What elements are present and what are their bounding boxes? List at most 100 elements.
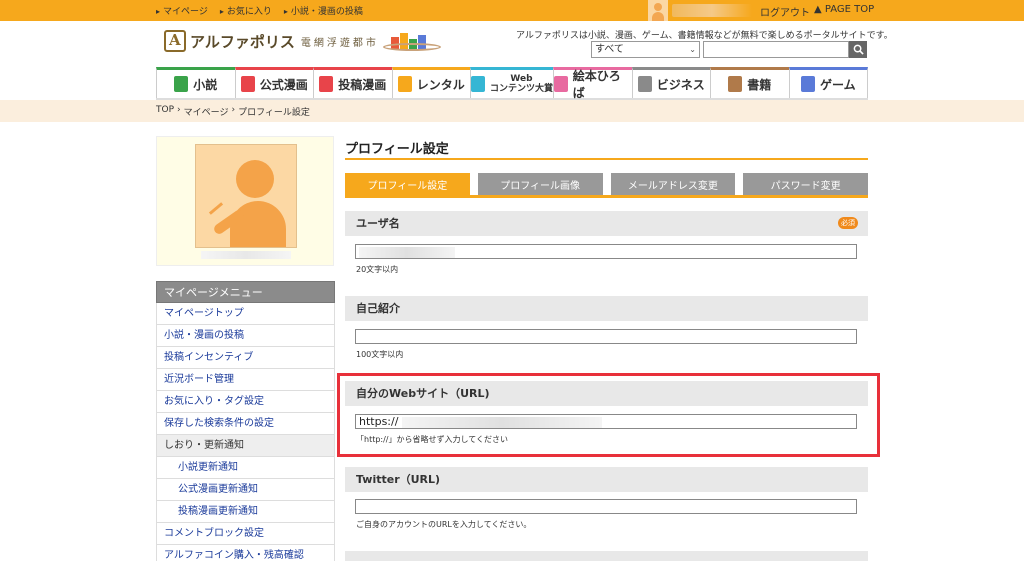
- nav-item-label: 書籍: [747, 77, 772, 92]
- rental-icon: [397, 76, 412, 92]
- user-avatar-icon: [648, 0, 668, 21]
- tab-profile-image[interactable]: プロフィール画像: [477, 173, 603, 195]
- chart-icon: [637, 76, 652, 92]
- logo-name: アルファポリス: [190, 32, 295, 51]
- nav-item-label: ゲーム: [819, 77, 856, 92]
- nav-item-open-book[interactable]: 書籍: [710, 67, 789, 98]
- menu-item[interactable]: 投稿漫画更新通知: [156, 501, 335, 523]
- search-icon: [853, 44, 864, 55]
- title-underline: [345, 158, 868, 160]
- breadcrumb-separator: ›: [177, 105, 181, 115]
- username-hint: 20文字以内: [356, 265, 399, 274]
- nav-item-label: 公式漫画: [259, 77, 308, 92]
- profile-tabs: プロフィール設定 プロフィール画像 メールアドレス変更 パスワード変更: [345, 173, 868, 195]
- twitter-label: Twitter（URL): [356, 473, 441, 486]
- avatar-head-shape: [236, 160, 274, 198]
- top-link-favorites[interactable]: お気に入り: [220, 4, 272, 17]
- menu-item[interactable]: 公式漫画更新通知: [156, 479, 335, 501]
- manga-icon: [240, 76, 255, 92]
- breadcrumb-bar: TOP › マイページ › プロフィール設定: [0, 100, 1024, 122]
- nav-item-picturebook[interactable]: 絵本ひろば: [553, 67, 632, 100]
- nav-item-book[interactable]: 小説: [156, 67, 235, 98]
- username-value-redacted: [359, 246, 455, 258]
- mypage-menu-title: マイページメニュー: [156, 281, 335, 303]
- nav-item-rental[interactable]: レンタル: [391, 67, 470, 98]
- nav-item-label: Web コンテンツ大賞: [490, 74, 554, 94]
- avatar-caption-redacted: [201, 251, 291, 259]
- menu-item[interactable]: 投稿インセンティブ: [156, 347, 335, 369]
- breadcrumb: TOP › マイページ › プロフィール設定: [156, 105, 310, 118]
- nav-item-award[interactable]: Web コンテンツ大賞: [470, 67, 554, 98]
- tabs-underline: [345, 195, 868, 198]
- nav-item-label: ビジネス: [656, 77, 705, 92]
- required-badge: 必須: [838, 217, 858, 229]
- page-title: プロフィール設定: [345, 142, 449, 157]
- bio-input[interactable]: [355, 329, 857, 344]
- logo-sub: 電網浮遊都市: [300, 37, 379, 49]
- avatar-body-shape: [230, 201, 286, 247]
- menu-item[interactable]: 近況ボード管理: [156, 369, 335, 391]
- category-nav: 小説 公式漫画 投稿漫画 レンタル Web コンテンツ大賞 絵本ひろば ビジネス 書籍 ゲーム: [156, 67, 869, 100]
- nav-item-manga[interactable]: 公式漫画: [234, 67, 313, 98]
- search-input[interactable]: [703, 41, 849, 58]
- user-info[interactable]: [648, 0, 752, 21]
- nav-item-gamepad[interactable]: ゲーム: [788, 67, 869, 98]
- avatar[interactable]: [195, 144, 297, 248]
- menu-item[interactable]: お気に入り・タグ設定: [156, 391, 335, 413]
- top-link-post[interactable]: 小説・漫画の投稿: [284, 4, 363, 17]
- top-links: マイページ お気に入り 小説・漫画の投稿: [156, 4, 363, 17]
- nav-item-chart[interactable]: ビジネス: [631, 67, 711, 98]
- search-category-select[interactable]: すべて ⌄: [591, 41, 700, 58]
- nav-item-label: レンタル: [416, 77, 465, 92]
- gamepad-icon: [800, 76, 815, 92]
- next-field-row: [345, 551, 868, 561]
- menu-item[interactable]: アルファコイン購入・残高確認: [156, 545, 335, 561]
- username-label-row: ユーザ名 必須: [345, 211, 868, 236]
- user-name-redacted: [672, 4, 752, 17]
- chevron-down-icon: ⌄: [689, 45, 696, 54]
- picturebook-icon: [554, 76, 568, 92]
- top-bar: マイページ お気に入り 小説・漫画の投稿 ログアウト ▲ PAGE TOP: [0, 0, 1024, 21]
- top-link-mypage[interactable]: マイページ: [156, 4, 208, 17]
- menu-item[interactable]: コメントブロック設定: [156, 523, 335, 545]
- mypage-menu: マイページメニュー マイページトップ 小説・漫画の投稿 投稿インセンティブ 近況ボード…: [156, 281, 335, 561]
- profile-avatar-box: [156, 136, 334, 266]
- breadcrumb-current: プロフィール設定: [238, 108, 310, 118]
- page-top-link[interactable]: ▲ PAGE TOP: [814, 4, 874, 15]
- award-icon: [471, 76, 485, 92]
- open-book-icon: [728, 76, 743, 92]
- highlight-box: [337, 373, 880, 457]
- tab-profile-settings[interactable]: プロフィール設定: [345, 173, 470, 195]
- book-icon: [174, 76, 189, 92]
- search-button[interactable]: [849, 41, 867, 58]
- breadcrumb-separator: ›: [231, 105, 236, 115]
- twitter-input[interactable]: [355, 499, 857, 514]
- site-logo[interactable]: アルファポリス 電網浮遊都市: [164, 30, 441, 52]
- bio-label: 自己紹介: [356, 302, 400, 315]
- menu-item[interactable]: 小説・漫画の投稿: [156, 325, 335, 347]
- bio-hint: 100文字以内: [356, 350, 404, 359]
- menu-item[interactable]: 小説更新通知: [156, 457, 335, 479]
- breadcrumb-top[interactable]: TOP: [156, 105, 174, 118]
- tab-password-change[interactable]: パスワード変更: [743, 173, 868, 195]
- nav-item-label: 投稿漫画: [338, 77, 387, 92]
- nav-item-label: 小説: [193, 77, 218, 92]
- bio-label-row: 自己紹介: [345, 296, 868, 321]
- menu-item[interactable]: 保存した検索条件の設定: [156, 413, 335, 435]
- breadcrumb-mypage[interactable]: マイページ: [184, 105, 229, 118]
- logo-mark-icon: [164, 30, 186, 52]
- menu-item[interactable]: マイページトップ: [156, 303, 335, 325]
- username-label: ユーザ名: [356, 217, 400, 230]
- twitter-label-row: Twitter（URL): [345, 467, 868, 492]
- manga-post-icon: [319, 76, 334, 92]
- avatar-pen-shape: [208, 202, 224, 215]
- city-illustration-icon: [382, 31, 441, 51]
- username-input[interactable]: [355, 244, 857, 259]
- site-tagline: アルファポリスは小説、漫画、ゲーム、書籍情報などが無料で楽しめるポータルサイトで…: [516, 31, 893, 41]
- logout-link[interactable]: ログアウト: [760, 4, 810, 19]
- tab-email-change[interactable]: メールアドレス変更: [610, 173, 736, 195]
- nav-item-label: 絵本ひろば: [572, 69, 621, 100]
- nav-item-manga-post[interactable]: 投稿漫画: [313, 67, 392, 98]
- twitter-hint: ご自身のアカウントのURLを入力してください。: [356, 520, 532, 529]
- search-category-value: すべて: [595, 44, 624, 55]
